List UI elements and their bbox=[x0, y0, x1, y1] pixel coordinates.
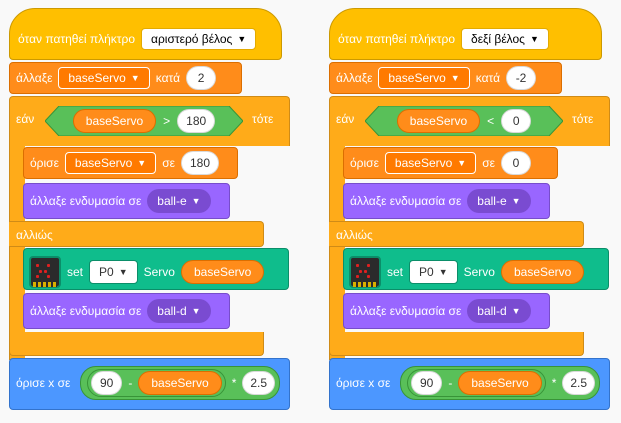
times-symbol: * bbox=[231, 376, 237, 390]
costume-name: ball-d bbox=[477, 304, 507, 318]
right-arrow-script: όταν πατηθεί πλήκτρο δεξί βέλος ▼ άλλαξε… bbox=[320, 0, 620, 423]
microbit-icon bbox=[349, 256, 381, 288]
set-x-label: όρισε x σε bbox=[16, 376, 71, 390]
if-label: εάν bbox=[336, 112, 355, 126]
set-label: όρισε bbox=[30, 156, 59, 170]
minuend-input[interactable]: 90 bbox=[411, 371, 443, 395]
costume-name: ball-d bbox=[157, 304, 187, 318]
variable-reporter[interactable]: baseServo bbox=[500, 260, 585, 284]
chevron-down-icon: ▼ bbox=[137, 158, 147, 168]
variable-name: baseServo bbox=[394, 156, 453, 170]
then-label: τότε bbox=[572, 112, 594, 126]
variable-reporter[interactable]: baseServo bbox=[458, 371, 542, 395]
set-x-label: όρισε x σε bbox=[336, 376, 391, 390]
switch-costume-label: άλλαξε ενδυμασία σε bbox=[30, 194, 142, 208]
pin-dropdown[interactable]: P0 ▼ bbox=[89, 260, 138, 284]
multiplier-input[interactable]: 2.5 bbox=[562, 371, 595, 395]
chevron-down-icon: ▼ bbox=[457, 158, 467, 168]
then-label: τότε bbox=[252, 112, 274, 126]
comparison-value-input[interactable]: 180 bbox=[177, 109, 216, 133]
change-label: άλλαξε bbox=[336, 71, 373, 85]
costume-dropdown[interactable]: ball-e ▼ bbox=[467, 189, 531, 213]
subtract-operator[interactable]: 90 - baseServo bbox=[87, 369, 226, 397]
chevron-down-icon: ▼ bbox=[191, 196, 201, 206]
chevron-down-icon: ▼ bbox=[191, 306, 201, 316]
variable-reporter[interactable]: baseServo bbox=[72, 109, 157, 133]
key-dropdown[interactable]: δεξί βέλος ▼ bbox=[461, 28, 549, 50]
costume-name: ball-e bbox=[157, 194, 187, 208]
costume-dropdown[interactable]: ball-e ▼ bbox=[147, 189, 211, 213]
chevron-down-icon: ▼ bbox=[237, 34, 247, 44]
comparison-value-input[interactable]: 0 bbox=[501, 109, 532, 133]
comparison-operator[interactable]: baseServo > 180 bbox=[45, 106, 243, 136]
variable-name: baseServo bbox=[74, 156, 133, 170]
comparison-operator[interactable]: baseServo < 0 bbox=[365, 106, 563, 136]
else-label: αλλιώς bbox=[336, 228, 373, 242]
c-block-foot bbox=[329, 332, 584, 356]
variable-dropdown[interactable]: baseServo ▼ bbox=[58, 67, 150, 89]
to-label: σε bbox=[482, 156, 495, 170]
switch-costume-label: άλλαξε ενδυμασία σε bbox=[350, 304, 462, 318]
multiply-operator[interactable]: 90 - baseServo * 2.5 bbox=[80, 366, 280, 400]
minus-symbol: - bbox=[448, 376, 453, 390]
set-value-input[interactable]: 180 bbox=[180, 151, 220, 175]
chevron-down-icon: ▼ bbox=[118, 267, 128, 277]
set-label: όρισε bbox=[350, 156, 379, 170]
multiplier-input[interactable]: 2.5 bbox=[242, 371, 275, 395]
variable-dropdown[interactable]: baseServo ▼ bbox=[378, 67, 470, 89]
servo-set-label: set bbox=[387, 265, 404, 279]
costume-name: ball-e bbox=[477, 194, 507, 208]
minuend-input[interactable]: 90 bbox=[91, 371, 123, 395]
variable-reporter[interactable]: baseServo bbox=[138, 371, 222, 395]
c-block-foot bbox=[9, 332, 264, 356]
microbit-icon bbox=[29, 256, 61, 288]
by-label: κατά bbox=[155, 71, 181, 85]
else-label: αλλιώς bbox=[16, 228, 53, 242]
key-value: αριστερό βέλος bbox=[151, 32, 233, 46]
variable-reporter[interactable]: baseServo bbox=[180, 260, 265, 284]
hat-label: όταν πατηθεί πλήκτρο bbox=[338, 32, 456, 46]
servo-label: Servo bbox=[463, 265, 495, 279]
comparison-symbol: < bbox=[487, 114, 495, 128]
subtract-operator[interactable]: 90 - baseServo bbox=[407, 369, 546, 397]
key-dropdown[interactable]: αριστερό βέλος ▼ bbox=[141, 28, 257, 50]
to-label: σε bbox=[162, 156, 175, 170]
key-value: δεξί βέλος bbox=[471, 32, 525, 46]
servo-set-label: set bbox=[67, 265, 84, 279]
pin-value: P0 bbox=[99, 265, 114, 279]
servo-label: Servo bbox=[143, 265, 175, 279]
pin-dropdown[interactable]: P0 ▼ bbox=[409, 260, 458, 284]
switch-costume-label: άλλαξε ενδυμασία σε bbox=[30, 304, 142, 318]
comparison-symbol: > bbox=[163, 114, 171, 128]
chevron-down-icon: ▼ bbox=[450, 73, 460, 83]
change-amount-input[interactable]: 2 bbox=[186, 66, 217, 90]
hat-label: όταν πατηθεί πλήκτρο bbox=[18, 32, 136, 46]
pin-value: P0 bbox=[419, 265, 434, 279]
variable-dropdown[interactable]: baseServo ▼ bbox=[64, 152, 157, 174]
chevron-down-icon: ▼ bbox=[511, 306, 521, 316]
costume-dropdown[interactable]: ball-d ▼ bbox=[467, 299, 531, 323]
chevron-down-icon: ▼ bbox=[438, 267, 448, 277]
change-amount-input[interactable]: -2 bbox=[506, 66, 537, 90]
times-symbol: * bbox=[551, 376, 557, 390]
left-arrow-script: όταν πατηθεί πλήκτρο αριστερό βέλος ▼ άλ… bbox=[0, 0, 300, 423]
chevron-down-icon: ▼ bbox=[529, 34, 539, 44]
chevron-down-icon: ▼ bbox=[511, 196, 521, 206]
change-label: άλλαξε bbox=[16, 71, 53, 85]
if-label: εάν bbox=[16, 112, 35, 126]
set-value-input[interactable]: 0 bbox=[500, 151, 531, 175]
variable-reporter[interactable]: baseServo bbox=[396, 109, 481, 133]
minus-symbol: - bbox=[128, 376, 133, 390]
variable-name: baseServo bbox=[68, 71, 126, 85]
variable-dropdown[interactable]: baseServo ▼ bbox=[384, 152, 477, 174]
variable-name: baseServo bbox=[388, 71, 446, 85]
chevron-down-icon: ▼ bbox=[130, 73, 140, 83]
by-label: κατά bbox=[475, 71, 501, 85]
multiply-operator[interactable]: 90 - baseServo * 2.5 bbox=[400, 366, 600, 400]
costume-dropdown[interactable]: ball-d ▼ bbox=[147, 299, 211, 323]
switch-costume-label: άλλαξε ενδυμασία σε bbox=[350, 194, 462, 208]
